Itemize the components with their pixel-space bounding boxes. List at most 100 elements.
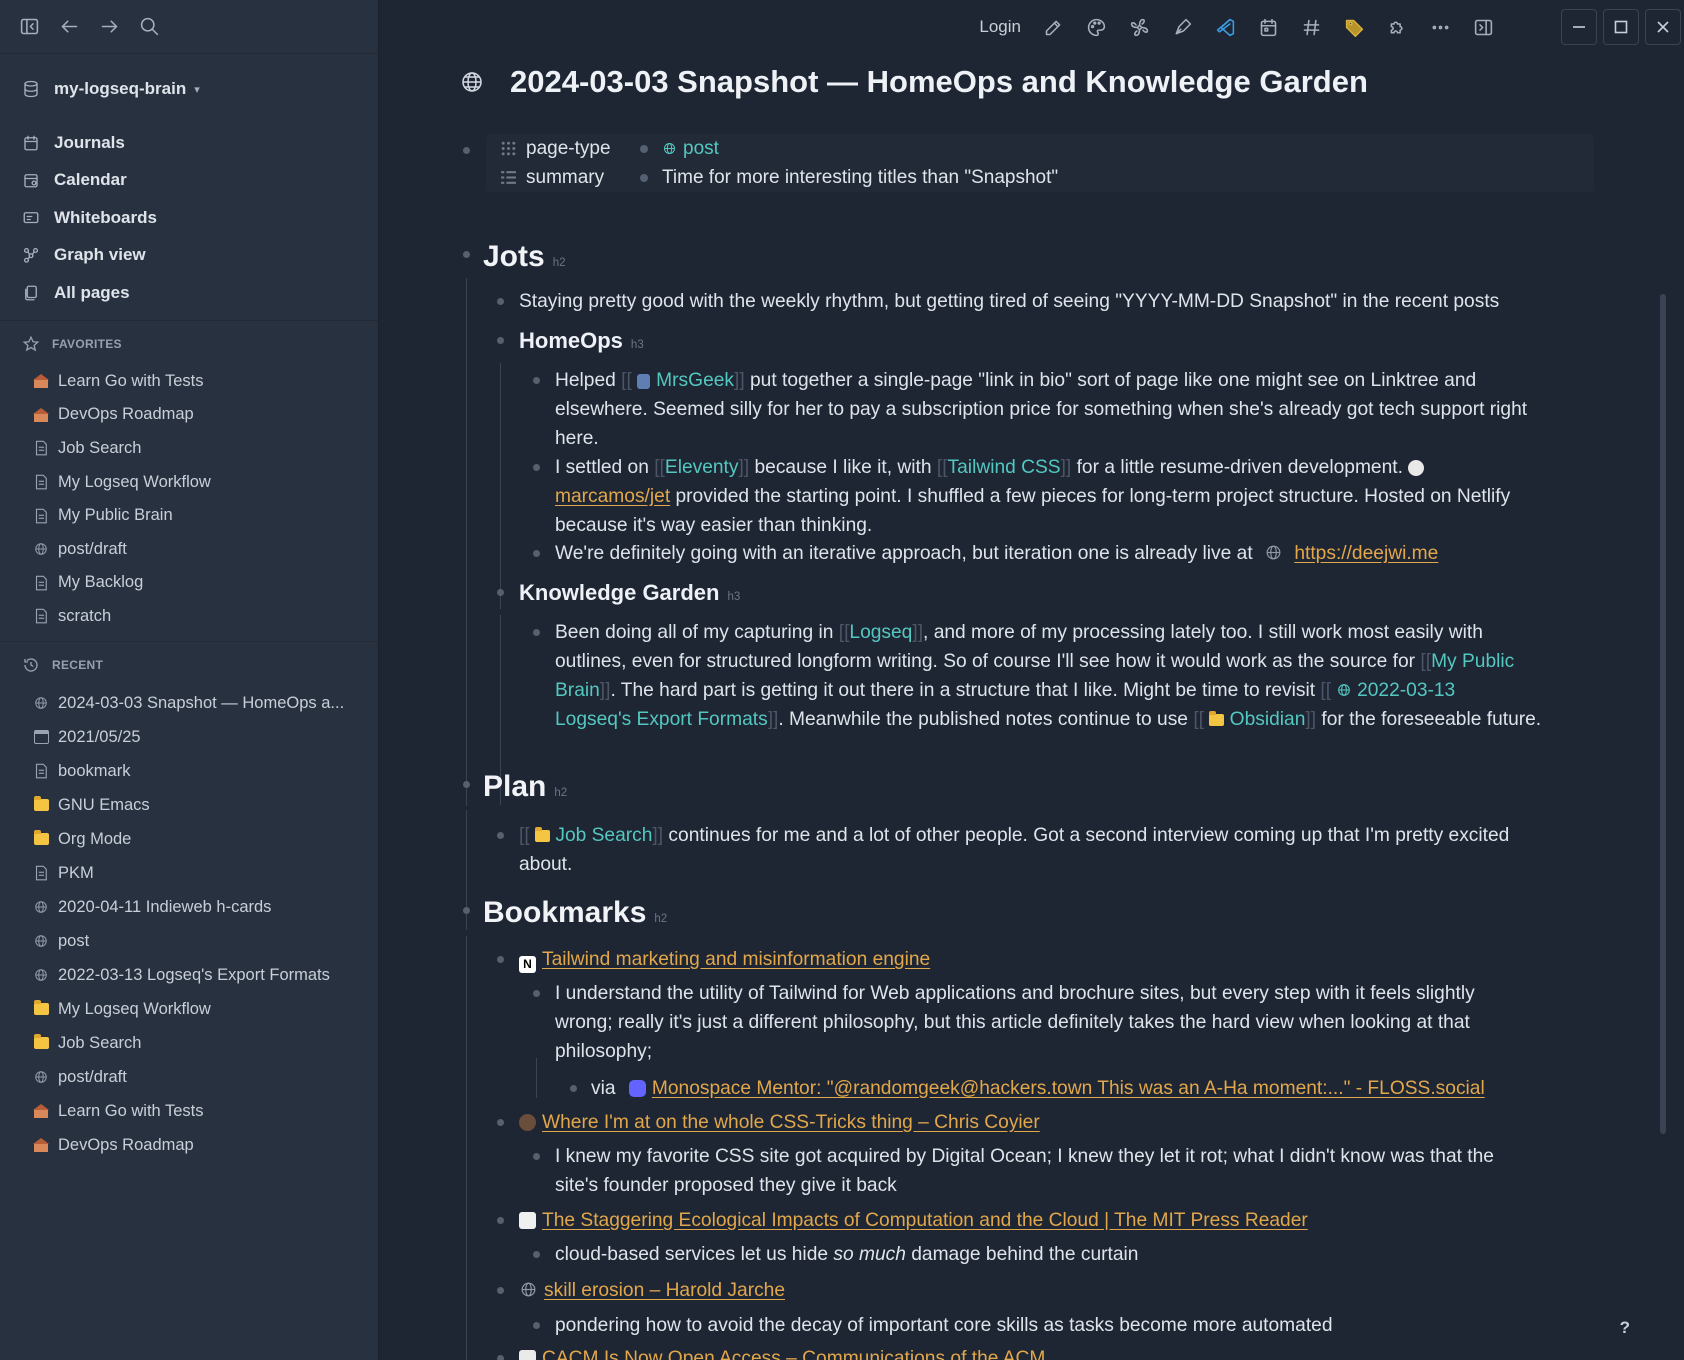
external-link[interactable]: Where I'm at on the whole CSS-Tricks thi… <box>542 1112 1040 1133</box>
block-text[interactable]: Staying pretty good with the weekly rhyt… <box>519 287 1499 316</box>
recent-item[interactable]: 2022-03-13 Logseq's Export Formats <box>0 958 378 992</box>
block-text[interactable]: I knew my favorite CSS site got acquired… <box>555 1142 1635 1200</box>
external-link[interactable]: https://deejwi.me <box>1294 543 1438 564</box>
fan-icon[interactable] <box>1129 17 1150 38</box>
block-bullet[interactable] <box>497 337 504 344</box>
favorite-item[interactable]: post/draft <box>0 532 378 566</box>
tag-icon[interactable] <box>1344 17 1365 38</box>
block-bullet[interactable] <box>533 1322 540 1329</box>
block-bullet[interactable] <box>497 1119 504 1126</box>
page-link[interactable]: Logseq <box>849 622 912 643</box>
page-link[interactable]: MrsGeek <box>656 370 734 391</box>
block-bullet[interactable] <box>497 1355 504 1360</box>
help-button[interactable]: ? <box>1620 1318 1630 1338</box>
property-value-link[interactable]: post <box>683 138 719 160</box>
block-bullet[interactable] <box>463 147 470 154</box>
block-bullet[interactable] <box>533 1153 540 1160</box>
external-link[interactable]: Monospace Mentor: "@randomgeek@hackers.t… <box>652 1078 1485 1099</box>
favorite-item[interactable]: DevOps Roadmap <box>0 398 378 432</box>
block-bullet[interactable] <box>570 1085 577 1092</box>
page-title[interactable]: 2024-03-03 Snapshot — HomeOps and Knowle… <box>510 64 1368 100</box>
vscode-icon[interactable] <box>1215 17 1236 38</box>
heading-jots[interactable]: Jots h2 <box>483 236 565 284</box>
page-link[interactable]: Tailwind CSS <box>948 457 1061 478</box>
recent-item[interactable]: 2021/05/25 <box>0 720 378 754</box>
sidebar-item-journals[interactable]: Journals <box>0 124 378 162</box>
heading-plan[interactable]: Plan h2 <box>483 766 567 814</box>
block-bullet[interactable] <box>533 990 540 997</box>
block-bullet[interactable] <box>497 1217 504 1224</box>
external-link[interactable]: The Staggering Ecological Impacts of Com… <box>542 1210 1308 1231</box>
bookmark-item[interactable]: skill erosion – Harold Jarche <box>519 1276 785 1305</box>
recent-item[interactable]: bookmark <box>0 754 378 788</box>
close-button[interactable] <box>1645 9 1681 45</box>
calendar-icon[interactable] <box>1258 17 1279 38</box>
block-bullet[interactable] <box>533 464 540 471</box>
recent-item[interactable]: Org Mode <box>0 822 378 856</box>
scrollbar[interactable] <box>1660 294 1666 1134</box>
block-text[interactable]: pondering how to avoid the decay of impo… <box>555 1311 1333 1340</box>
recent-item[interactable]: DevOps Roadmap <box>0 1128 378 1162</box>
favorite-item[interactable]: My Logseq Workflow <box>0 465 378 499</box>
palette-icon[interactable] <box>1086 17 1107 38</box>
external-link[interactable]: Tailwind marketing and misinformation en… <box>542 949 930 970</box>
external-link[interactable]: CACM Is Now Open Access – Communications… <box>542 1348 1045 1360</box>
page-link[interactable]: Job Search <box>555 825 652 846</box>
favorite-item[interactable]: scratch <box>0 600 378 634</box>
hashtag-icon[interactable] <box>1301 17 1322 38</box>
block-text[interactable]: We're definitely going with an iterative… <box>555 539 1635 568</box>
recent-item[interactable]: My Logseq Workflow <box>0 992 378 1026</box>
external-link[interactable]: marcamos/jet <box>555 486 670 507</box>
sidebar-item-all-pages[interactable]: All pages <box>0 274 378 312</box>
page-properties[interactable]: page-type post summary Time for more int… <box>486 134 1594 192</box>
block-bullet[interactable] <box>497 1287 504 1294</box>
recent-item[interactable]: PKM <box>0 856 378 890</box>
right-sidebar-icon[interactable] <box>1473 17 1494 38</box>
block-bullet[interactable] <box>533 550 540 557</box>
favorite-item[interactable]: My Public Brain <box>0 499 378 533</box>
block-bullet[interactable] <box>463 251 470 258</box>
page-link[interactable]: Brain <box>555 680 600 701</box>
sidebar-item-calendar[interactable]: Calendar <box>0 162 378 200</box>
login-button[interactable]: Login <box>979 17 1021 37</box>
block-bullet[interactable] <box>533 629 540 636</box>
edit-icon[interactable] <box>1043 17 1064 38</box>
more-icon[interactable] <box>1430 17 1451 38</box>
block-bullet[interactable] <box>497 832 504 839</box>
bookmark-item[interactable]: The Staggering Ecological Impacts of Com… <box>519 1206 1308 1235</box>
sidebar-item-whiteboards[interactable]: Whiteboards <box>0 199 378 237</box>
external-link[interactable]: skill erosion – Harold Jarche <box>544 1280 785 1301</box>
sidebar-item-graph-view[interactable]: Graph view <box>0 237 378 275</box>
property-key[interactable]: summary <box>526 167 604 189</box>
recent-item[interactable]: Learn Go with Tests <box>0 1094 378 1128</box>
heading-bookmarks[interactable]: Bookmarks h2 <box>483 892 667 940</box>
block-text[interactable]: Been doing all of my capturing in [[Logs… <box>555 618 1665 734</box>
block-text[interactable]: via Monospace Mentor: "@randomgeek@hacke… <box>591 1074 1485 1103</box>
bookmark-item[interactable]: Where I'm at on the whole CSS-Tricks thi… <box>519 1108 1040 1137</box>
block-text[interactable]: I settled on [[Eleventy]] because I like… <box>555 453 1635 540</box>
back-arrow-icon[interactable] <box>58 16 80 38</box>
bookmark-item[interactable]: N Tailwind marketing and misinformation e… <box>519 945 930 974</box>
graph-selector[interactable]: my-logseq-brain ▾ <box>0 70 378 108</box>
page-link[interactable]: Logseq's Export Formats <box>555 709 768 730</box>
recent-item[interactable]: post <box>0 924 378 958</box>
block-text[interactable]: I understand the utility of Tailwind for… <box>555 979 1635 1066</box>
block-bullet[interactable] <box>497 298 504 305</box>
favorite-item[interactable]: My Backlog <box>0 566 378 600</box>
block-bullet[interactable] <box>463 781 470 788</box>
forward-arrow-icon[interactable] <box>98 16 120 38</box>
toggle-sidebar-icon[interactable] <box>18 16 40 38</box>
block-bullet[interactable] <box>533 1251 540 1258</box>
favorites-header[interactable]: FAVORITES <box>0 327 378 361</box>
heading-knowledge-garden[interactable]: Knowledge Garden h3 <box>519 577 740 613</box>
block-bullet[interactable] <box>533 377 540 384</box>
bookmark-item[interactable]: CACM Is Now Open Access – Communications… <box>519 1344 1045 1360</box>
recent-item[interactable]: post/draft <box>0 1060 378 1094</box>
favorite-item[interactable]: Job Search <box>0 432 378 466</box>
heading-homeops[interactable]: HomeOps h3 <box>519 325 644 361</box>
page-link[interactable]: My Public <box>1431 651 1514 672</box>
block-text[interactable]: [[ Job Search]] continues for me and a l… <box>519 821 1639 879</box>
search-icon[interactable] <box>138 16 160 38</box>
pen-nib-icon[interactable] <box>1172 17 1193 38</box>
block-bullet[interactable] <box>497 956 504 963</box>
